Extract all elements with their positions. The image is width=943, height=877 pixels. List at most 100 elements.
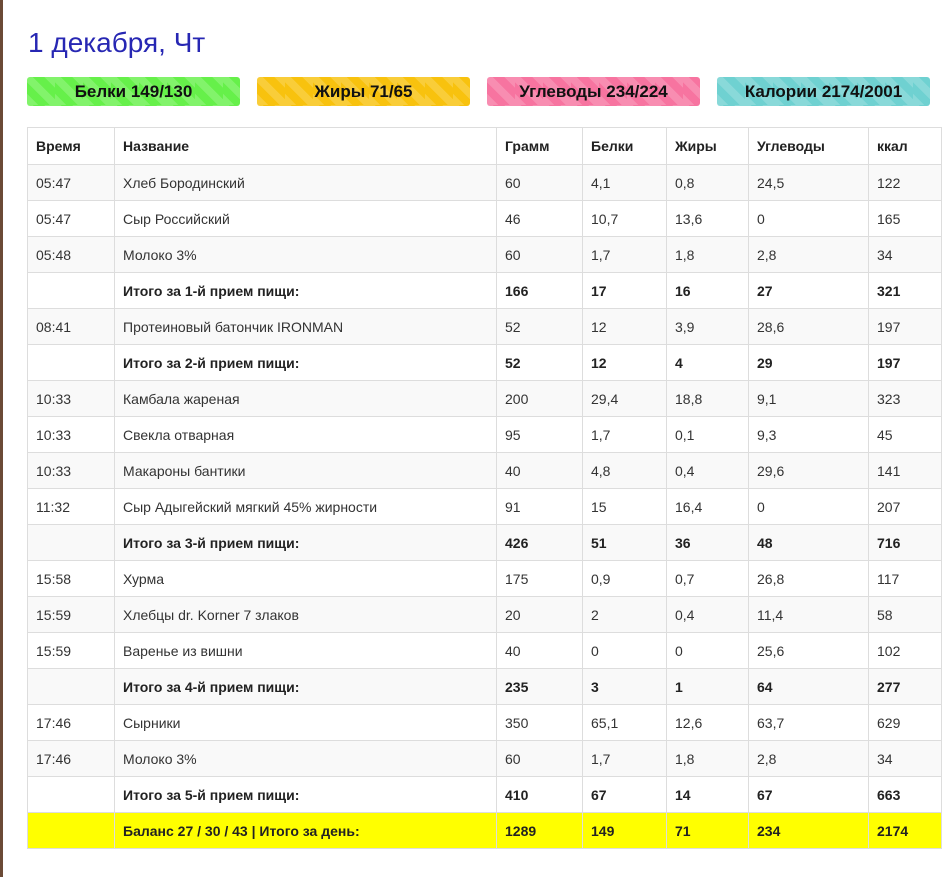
col-grams-header: Грамм	[496, 127, 583, 165]
table-row: 10:33 Свекла отварная 95 1,7 0,1 9,3 45	[27, 416, 942, 453]
col-grams-cell: 60	[496, 236, 583, 273]
col-time-cell	[27, 524, 115, 561]
col-name-cell: Молоко 3%	[114, 740, 497, 777]
col-name-cell: Сырники	[114, 704, 497, 741]
col-name-header: Название	[114, 127, 497, 165]
food-diary-table: Время Название Грамм Белки Жиры Углеводы ккал …	[27, 127, 942, 849]
table-row: 15:58 Хурма 175 0,9 0,7 26,8 117	[27, 560, 942, 597]
col-protein-cell: 0,9	[582, 560, 667, 597]
col-protein-header: Белки	[582, 127, 667, 165]
col-carbs-cell: 27	[748, 272, 869, 309]
col-time-cell: 08:41	[27, 308, 115, 345]
col-time-cell: 05:47	[27, 164, 115, 201]
col-time-cell	[27, 344, 115, 381]
col-name-cell: Итого за 3-й прием пищи:	[114, 524, 497, 561]
col-protein-cell: 1,7	[582, 740, 667, 777]
col-fat-cell: 0,8	[666, 164, 749, 201]
col-name-cell: Сыр Адыгейский мягкий 45% жирности	[114, 488, 497, 525]
col-carbs-cell: 26,8	[748, 560, 869, 597]
col-time-cell: 10:33	[27, 416, 115, 453]
col-time-cell: 11:32	[27, 488, 115, 525]
col-protein-cell: 15	[582, 488, 667, 525]
col-grams-cell: 52	[496, 308, 583, 345]
col-carbs-cell: 2,8	[748, 236, 869, 273]
col-protein-cell: 29,4	[582, 380, 667, 417]
col-protein-cell: 17	[582, 272, 667, 309]
day-total-row: Баланс 27 / 30 / 43 | Итого за день: 1289…	[27, 812, 942, 849]
col-protein-cell: 0	[582, 632, 667, 669]
col-carbs-header: Углеводы	[748, 127, 869, 165]
col-time-cell: 17:46	[27, 740, 115, 777]
table-row: 05:48 Молоко 3% 60 1,7 1,8 2,8 34	[27, 236, 942, 273]
calories-badge: Калории 2174/2001	[717, 77, 930, 106]
col-grams-cell: 60	[496, 740, 583, 777]
col-kcal-cell: 321	[868, 272, 942, 309]
col-kcal-cell: 663	[868, 776, 942, 813]
col-protein-cell: 1,7	[582, 236, 667, 273]
col-name-cell: Итого за 2-й прием пищи:	[114, 344, 497, 381]
col-grams-cell: 1289	[496, 812, 583, 849]
col-protein-cell: 12	[582, 308, 667, 345]
table-row: 17:46 Молоко 3% 60 1,7 1,8 2,8 34	[27, 740, 942, 777]
col-name-cell: Молоко 3%	[114, 236, 497, 273]
col-time-cell: 17:46	[27, 704, 115, 741]
col-carbs-cell: 2,8	[748, 740, 869, 777]
col-time-header: Время	[27, 127, 115, 165]
col-fat-cell: 36	[666, 524, 749, 561]
col-grams-cell: 166	[496, 272, 583, 309]
col-time-cell	[27, 812, 115, 849]
col-fat-cell: 1,8	[666, 236, 749, 273]
col-carbs-cell: 0	[748, 488, 869, 525]
col-carbs-cell: 48	[748, 524, 869, 561]
col-kcal-cell: 197	[868, 308, 942, 345]
meal-subtotal-row: Итого за 5-й прием пищи: 410 67 14 67 663	[27, 776, 942, 813]
table-row: 08:41 Протеиновый батончик IRONMAN 52 12 3,9…	[27, 308, 942, 345]
col-protein-cell: 149	[582, 812, 667, 849]
col-fat-cell: 3,9	[666, 308, 749, 345]
col-name-cell: Хлебцы dr. Korner 7 злаков	[114, 596, 497, 633]
col-protein-cell: 4,1	[582, 164, 667, 201]
col-fat-cell: 0,7	[666, 560, 749, 597]
col-grams-cell: 350	[496, 704, 583, 741]
col-protein-cell: 4,8	[582, 452, 667, 489]
col-carbs-cell: 29	[748, 344, 869, 381]
col-grams-cell: 20	[496, 596, 583, 633]
col-name-cell: Камбала жареная	[114, 380, 497, 417]
col-name-cell: Баланс 27 / 30 / 43 | Итого за день:	[114, 812, 497, 849]
macro-summary: Белки 149/130 Жиры 71/65 Углеводы 234/22…	[27, 77, 937, 107]
col-time-cell: 05:47	[27, 200, 115, 237]
col-carbs-cell: 67	[748, 776, 869, 813]
col-fat-cell: 14	[666, 776, 749, 813]
meal-subtotal-row: Итого за 2-й прием пищи: 52 12 4 29 197	[27, 344, 942, 381]
col-grams-cell: 175	[496, 560, 583, 597]
table-row: 17:46 Сырники 350 65,1 12,6 63,7 629	[27, 704, 942, 741]
col-carbs-cell: 64	[748, 668, 869, 705]
col-protein-cell: 67	[582, 776, 667, 813]
col-protein-cell: 1,7	[582, 416, 667, 453]
col-name-cell: Хлеб Бородинский	[114, 164, 497, 201]
col-fat-cell: 18,8	[666, 380, 749, 417]
col-grams-cell: 410	[496, 776, 583, 813]
col-time-cell	[27, 668, 115, 705]
col-time-cell	[27, 776, 115, 813]
col-carbs-cell: 24,5	[748, 164, 869, 201]
col-kcal-cell: 323	[868, 380, 942, 417]
col-carbs-cell: 9,3	[748, 416, 869, 453]
meal-subtotal-row: Итого за 3-й прием пищи: 426 51 36 48 716	[27, 524, 942, 561]
col-name-cell: Сыр Российский	[114, 200, 497, 237]
col-carbs-cell: 63,7	[748, 704, 869, 741]
col-grams-cell: 91	[496, 488, 583, 525]
carbs-badge: Углеводы 234/224	[487, 77, 700, 106]
col-kcal-cell: 197	[868, 344, 942, 381]
col-fat-cell: 0	[666, 632, 749, 669]
table-row: 10:33 Макароны бантики 40 4,8 0,4 29,6 141	[27, 452, 942, 489]
col-fat-cell: 0,1	[666, 416, 749, 453]
col-time-cell: 15:58	[27, 560, 115, 597]
col-name-cell: Свекла отварная	[114, 416, 497, 453]
col-fat-cell: 0,4	[666, 596, 749, 633]
col-name-cell: Макароны бантики	[114, 452, 497, 489]
col-fat-cell: 16	[666, 272, 749, 309]
col-grams-cell: 95	[496, 416, 583, 453]
col-kcal-cell: 2174	[868, 812, 942, 849]
col-name-cell: Итого за 5-й прием пищи:	[114, 776, 497, 813]
